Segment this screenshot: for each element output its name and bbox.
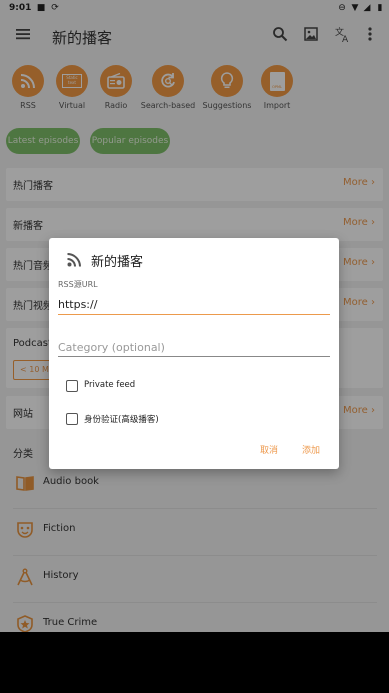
new-podcast-dialog: 新的播客 RSS源URL Private feed 身份验证(高级播客) 取消 … bbox=[49, 238, 339, 469]
cancel-button[interactable]: 取消 bbox=[260, 443, 278, 456]
category-input[interactable] bbox=[58, 338, 330, 357]
private-feed-checkbox[interactable] bbox=[66, 380, 78, 392]
rss-url-label: RSS源URL bbox=[58, 280, 98, 289]
rss-icon bbox=[66, 252, 82, 268]
auth-label: 身份验证(高级播客) bbox=[84, 415, 159, 425]
rss-url-input[interactable] bbox=[58, 295, 330, 315]
private-feed-label: Private feed bbox=[84, 380, 136, 390]
dialog-title: 新的播客 bbox=[91, 255, 144, 270]
app-screen: 9:01 ■ ⟳ ⊖ ▼ ◢ ▮ 新的播客 文A RSS Static text… bbox=[0, 0, 389, 632]
auth-checkbox[interactable] bbox=[66, 413, 78, 425]
add-button[interactable]: 添加 bbox=[302, 443, 320, 456]
